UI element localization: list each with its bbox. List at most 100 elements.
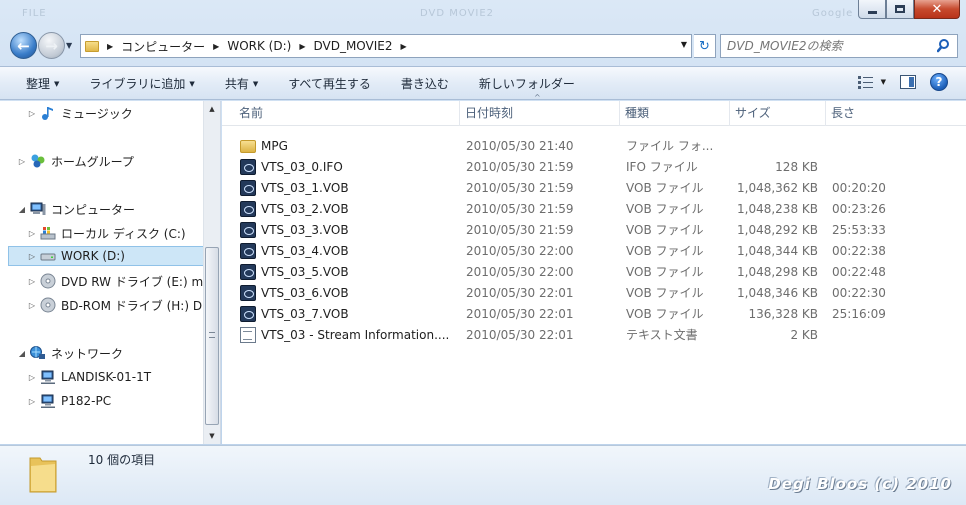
- column-header-length[interactable]: 長さ: [826, 101, 946, 126]
- expand-arrow-icon[interactable]: ▷: [16, 157, 28, 166]
- tree-item-homegroup[interactable]: ▷ ホームグループ: [16, 151, 134, 171]
- file-type: ファイル フォ...: [626, 139, 714, 153]
- file-date: 2010/05/30 21:59: [466, 180, 574, 195]
- expand-arrow-icon[interactable]: ▷: [26, 252, 38, 261]
- burn-button[interactable]: 書き込む: [386, 75, 464, 92]
- expand-arrow-icon[interactable]: ▷: [26, 397, 38, 406]
- expand-arrow-icon[interactable]: ▷: [26, 301, 38, 310]
- preview-pane-icon[interactable]: [900, 75, 916, 89]
- navigation-scrollbar[interactable]: ▲ ▼: [203, 101, 220, 444]
- minimize-button[interactable]: [858, 0, 886, 19]
- search-icon[interactable]: [937, 38, 953, 54]
- music-icon: [42, 107, 53, 120]
- tree-item-music[interactable]: ▷ ミュージック: [26, 103, 133, 123]
- breadcrumb-separator[interactable]: ▶: [299, 42, 305, 51]
- back-button[interactable]: ←: [10, 32, 37, 59]
- file-type: VOB ファイル: [626, 286, 704, 300]
- table-row[interactable]: VTS_03_1.VOB 2010/05/30 21:59 VOB ファイル 1,04…: [240, 177, 960, 198]
- column-header-type[interactable]: 種類: [620, 101, 730, 126]
- tree-item-landisk[interactable]: ▷ LANDISK-01-1T: [26, 367, 151, 387]
- file-name: VTS_03_6.VOB: [261, 285, 349, 300]
- collapse-arrow-icon[interactable]: ◢: [16, 205, 28, 214]
- breadcrumb-computer[interactable]: コンピューター: [121, 38, 205, 55]
- file-date: 2010/05/30 22:01: [466, 327, 574, 342]
- tree-item-network[interactable]: ◢ ネットワーク: [16, 343, 123, 363]
- close-button[interactable]: ✕: [914, 0, 960, 19]
- file-date: 2010/05/30 22:00: [466, 243, 574, 258]
- breadcrumb-separator[interactable]: ▶: [213, 42, 219, 51]
- column-header-size[interactable]: サイズ: [730, 101, 826, 126]
- file-date: 2010/05/30 22:00: [466, 264, 574, 279]
- file-size: 1,048,292 KB: [737, 222, 818, 237]
- organize-label: 整理: [26, 76, 51, 91]
- table-row[interactable]: MPG 2010/05/30 21:40 ファイル フォ...: [240, 135, 960, 156]
- tree-item-local-disk-c[interactable]: ▷ ローカル ディスク (C:): [26, 223, 186, 243]
- collapse-arrow-icon[interactable]: ◢: [16, 349, 28, 358]
- folder-icon: [29, 457, 57, 493]
- breadcrumb-dvd-movie2[interactable]: DVD_MOVIE2: [313, 39, 392, 53]
- file-name-cell: VTS_03_4.VOB: [240, 242, 462, 259]
- vob-icon: [240, 284, 256, 301]
- file-type: テキスト文書: [626, 328, 698, 342]
- recent-pages-dropdown[interactable]: ▼: [66, 41, 72, 50]
- expand-arrow-icon[interactable]: ▷: [26, 229, 38, 238]
- item-count: 10 個の項目: [88, 453, 156, 467]
- forward-button[interactable]: →: [38, 32, 65, 59]
- computer-icon: [30, 202, 46, 215]
- tree-item-work-d[interactable]: ▷ WORK (D:): [8, 246, 204, 266]
- change-view-button[interactable]: ▼: [857, 75, 886, 89]
- table-row[interactable]: VTS_03 - Stream Information.... 2010/05/3…: [240, 324, 960, 345]
- maximize-icon: [895, 5, 905, 13]
- new-folder-button[interactable]: 新しいフォルダー: [464, 75, 590, 92]
- table-row[interactable]: VTS_03_0.IFO 2010/05/30 21:59 IFO ファイル 128 …: [240, 156, 960, 177]
- breadcrumb-work-drive[interactable]: WORK (D:): [227, 39, 291, 53]
- file-type: IFO ファイル: [626, 160, 698, 174]
- file-size: 2 KB: [790, 327, 818, 342]
- chevron-down-icon: ▼: [880, 78, 886, 86]
- file-name-cell: VTS_03_6.VOB: [240, 284, 462, 301]
- column-header-name[interactable]: 名前: [234, 101, 460, 126]
- table-row[interactable]: VTS_03_6.VOB 2010/05/30 22:01 VOB ファイル 1,04…: [240, 282, 960, 303]
- scroll-up-button[interactable]: ▲: [204, 101, 220, 117]
- table-row[interactable]: VTS_03_2.VOB 2010/05/30 21:59 VOB ファイル 1,04…: [240, 198, 960, 219]
- maximize-button[interactable]: [886, 0, 914, 19]
- vob-icon: [240, 221, 256, 238]
- scrollbar-thumb[interactable]: [205, 247, 219, 425]
- address-bar[interactable]: ▶ コンピューター ▶ WORK (D:) ▶ DVD_MOVIE2 ▶ ▼: [80, 34, 692, 58]
- drive-icon: [40, 253, 56, 261]
- address-dropdown-icon[interactable]: ▼: [681, 40, 687, 49]
- share-button[interactable]: 共有 ▼: [210, 75, 273, 92]
- table-row[interactable]: VTS_03_3.VOB 2010/05/30 21:59 VOB ファイル 1,04…: [240, 219, 960, 240]
- tree-item-computer[interactable]: ◢ コンピューター: [16, 199, 135, 219]
- expand-arrow-icon[interactable]: ▷: [26, 109, 38, 118]
- text-file-icon: [240, 326, 256, 343]
- search-input[interactable]: [727, 39, 927, 53]
- organize-button[interactable]: 整理 ▼: [0, 75, 74, 92]
- column-header-date[interactable]: 日付時刻: [460, 101, 620, 126]
- tree-item-label: BD-ROM ドライブ (H:) D': [61, 298, 206, 313]
- tree-item-dvd-rw-e[interactable]: ▷ DVD RW ドライブ (E:) m: [26, 271, 203, 291]
- refresh-button[interactable]: ↻: [694, 34, 716, 58]
- network-icon: [30, 346, 45, 359]
- file-size: 1,048,298 KB: [737, 264, 818, 279]
- file-name: VTS_03_3.VOB: [261, 222, 349, 237]
- expand-arrow-icon[interactable]: ▷: [26, 277, 38, 286]
- table-row[interactable]: VTS_03_4.VOB 2010/05/30 22:00 VOB ファイル 1,04…: [240, 240, 960, 261]
- search-box[interactable]: [720, 34, 958, 58]
- table-row[interactable]: VTS_03_7.VOB 2010/05/30 22:01 VOB ファイル 136,…: [240, 303, 960, 324]
- file-name: MPG: [261, 138, 288, 153]
- tree-item-p182-pc[interactable]: ▷ P182-PC: [26, 391, 111, 411]
- breadcrumb-separator[interactable]: ▶: [107, 42, 113, 51]
- local-disk-icon: [40, 227, 56, 240]
- add-to-library-button[interactable]: ライブラリに追加 ▼: [74, 75, 209, 92]
- file-size: 1,048,344 KB: [737, 243, 818, 258]
- breadcrumb-separator[interactable]: ▶: [401, 42, 407, 51]
- scroll-down-button[interactable]: ▼: [204, 428, 220, 444]
- file-name: VTS_03_5.VOB: [261, 264, 349, 279]
- play-all-button[interactable]: すべて再生する: [273, 75, 386, 92]
- tree-item-bd-rom-h[interactable]: ▷ BD-ROM ドライブ (H:) D': [26, 295, 205, 315]
- expand-arrow-icon[interactable]: ▷: [26, 373, 38, 382]
- table-row[interactable]: VTS_03_5.VOB 2010/05/30 22:00 VOB ファイル 1,04…: [240, 261, 960, 282]
- file-length: 00:22:48: [832, 264, 886, 279]
- help-icon[interactable]: ?: [930, 73, 948, 91]
